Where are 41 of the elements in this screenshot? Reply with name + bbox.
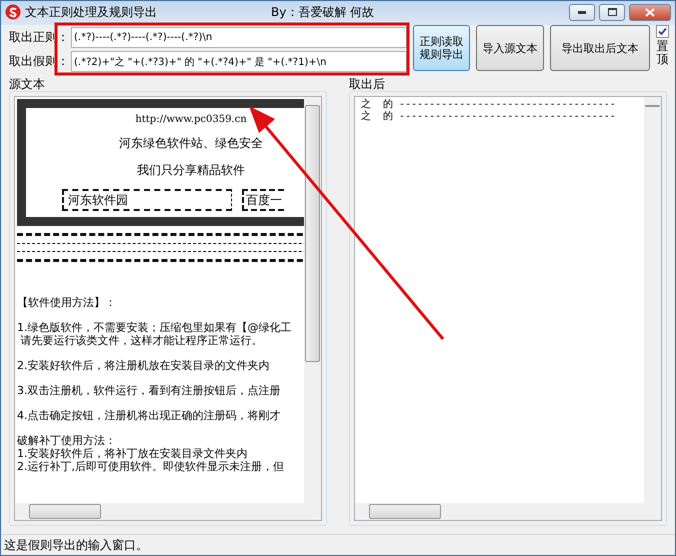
- close-icon: [645, 8, 655, 16]
- source-line: 2.运行补丁,后即可使用软件。即使软件显示未注册，但: [17, 460, 285, 473]
- source-line: 4.点击确定按钮，注册机将出现正确的注册码，将刚才: [17, 409, 282, 422]
- source-line: 3.双击注册机，软件运行，看到有注册按钮后，点注册: [17, 384, 282, 397]
- pin-label: 置顶: [656, 40, 668, 66]
- rule-input-field[interactable]: (.*?)----(.*?)----(.*?)----(.*?)\n: [71, 27, 407, 48]
- app-logo-icon: [5, 4, 21, 20]
- maximize-icon: [608, 8, 616, 16]
- minimize-button[interactable]: [569, 4, 595, 20]
- output-line: 之 的 ------------------------------------: [360, 99, 617, 110]
- output-line: 之 的 ------------------------------------: [360, 111, 617, 123]
- source-line: 1.绿色版软件，不需要安装；压缩包里如果有【@绿化工: [17, 321, 292, 334]
- horizontal-scrollbar[interactable]: [355, 503, 644, 520]
- source-line: 【软件使用方法】：: [17, 296, 117, 309]
- source-text-area[interactable]: [14, 96, 322, 521]
- maximize-button[interactable]: [599, 4, 625, 20]
- pin-checkbox[interactable]: [656, 25, 669, 38]
- action-button[interactable]: 导入源文本: [476, 25, 544, 71]
- rule-input-field[interactable]: (.*?2)+"之 "+(.*?3)+" 的 "+(.*?4)+" 是 "+(.*?1)+\n: [71, 51, 407, 72]
- action-button[interactable]: 导出取出后文本: [550, 25, 650, 71]
- search-button-text: 百度一: [242, 189, 284, 211]
- banner-url: http://www.pc0359.cn: [135, 114, 247, 125]
- group-title: 取出后: [349, 77, 386, 91]
- vertical-scrollbar[interactable]: [304, 97, 321, 503]
- minimize-icon: [578, 10, 586, 14]
- author-credit: By：吾爱破解 何故: [271, 4, 376, 20]
- horizontal-scrollbar[interactable]: [15, 503, 304, 520]
- search-box-text: 河东软件园: [62, 189, 232, 211]
- source-line: 2.安装好软件后，将注册机放在安装目录的文件夹内: [17, 359, 270, 372]
- action-button[interactable]: 正则读取 规则导出: [413, 25, 470, 71]
- output-text-area[interactable]: 之 的 ------------------------------------ 之 的 ------------------------------------: [354, 96, 662, 521]
- source-line: 破解补丁使用方法：: [17, 434, 117, 447]
- window-title: 文本正则处理及规则导出: [25, 4, 157, 20]
- vertical-scrollbar[interactable]: [644, 97, 661, 503]
- close-button[interactable]: [629, 4, 671, 20]
- banner-text: 河东绿色软件站、绿色安全: [119, 135, 263, 152]
- group-title: 源文本: [9, 77, 46, 91]
- status-text: 这是假则导出的输入窗口。: [4, 536, 148, 554]
- source-line: 1.安装好软件后，将补丁放在安装目录文件夹内: [17, 447, 248, 460]
- source-line: 请先要运行该类文件，这样才能让程序正常运行。: [19, 334, 264, 347]
- banner-text: 我们只分享精品软件: [137, 162, 245, 179]
